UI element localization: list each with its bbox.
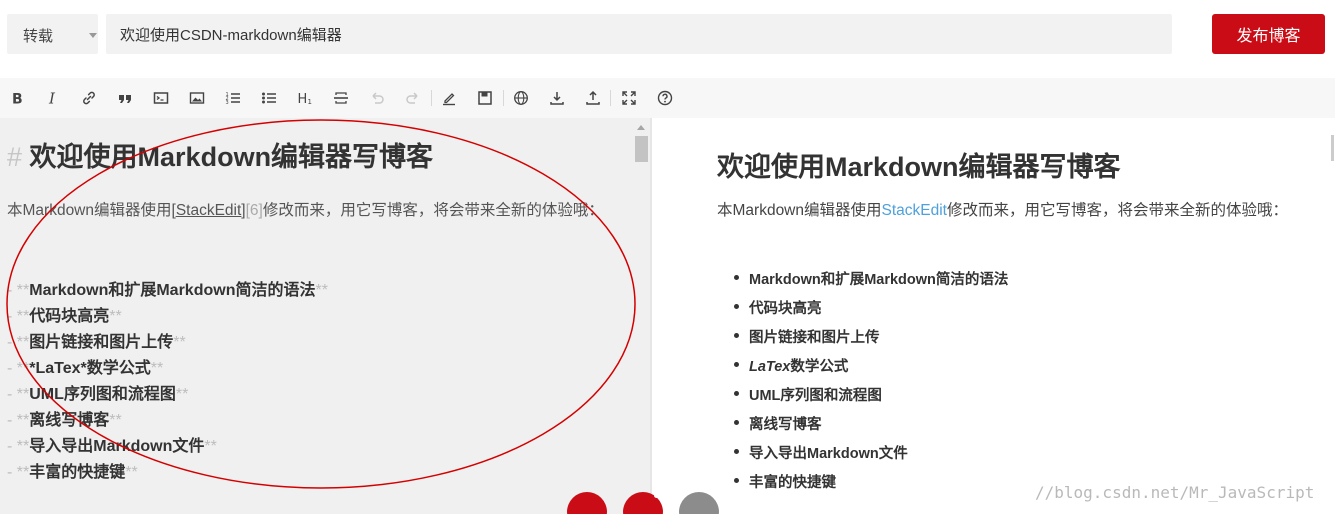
editor-link-text: StackEdit [175,202,242,219]
editor-heading-text: 欢迎使用Markdown编辑器写博客 [29,142,434,172]
upload-icon[interactable] [582,87,604,109]
preview-list-item: 导入导出Markdown文件 [734,442,908,463]
fab-dot [654,493,659,498]
toolbar-divider [610,90,611,106]
preview-paragraph: 本Markdown编辑器使用StackEdit修改而来，用它写博客，将会带来全新… [717,198,1307,224]
scroll-up-arrow-icon[interactable] [637,125,645,130]
editor-list-item: - **代码块高亮** [7,308,122,325]
editor-list-item: - **图片链接和图片上传** [7,334,186,351]
bold-icon[interactable]: B [6,87,28,109]
editor-paragraph: 本Markdown编辑器使用[StackEdit][6]修改而来，用它写博客，将… [7,198,607,224]
stackedit-link[interactable]: StackEdit [882,202,947,219]
link-icon[interactable] [78,87,100,109]
italic-icon[interactable]: I [42,87,64,109]
editor-scrollbar[interactable] [633,118,650,514]
preview-list-item: UML序列图和流程图 [734,384,882,405]
unordered-list-icon[interactable] [258,87,280,109]
watermark: //blog.csdn.net/Mr_JavaScript [1035,483,1315,502]
heading-mark: # [7,142,23,172]
editor-list-item: - **导入导出Markdown文件** [7,438,217,455]
editor-list-item: - **丰富的快捷键** [7,464,138,481]
toolbar-divider [503,90,504,106]
svg-text:1: 1 [308,98,312,106]
svg-text:I: I [48,90,56,106]
toolbar-divider [431,90,432,106]
editor-list-item: - ***LaTex*数学公式** [7,360,164,377]
link-reference: [6] [245,202,263,219]
chevron-down-icon [89,33,97,38]
preview-list-item: Markdown和扩展Markdown简洁的语法 [733,268,1008,289]
preview-heading: 欢迎使用Markdown编辑器写博客 [717,152,1121,182]
redo-icon[interactable] [402,87,424,109]
save-draft-icon[interactable] [474,87,496,109]
preview-list-item: LaTex数学公式 [733,355,849,376]
svg-text:B: B [12,92,23,107]
latex-item-text: 数学公式 [790,359,849,375]
title-input[interactable] [106,14,1172,54]
preview-para-end: 修改而来，用它写博客，将会带来全新的体验哦： [946,202,1288,219]
pen-icon[interactable] [438,87,460,109]
para-text-start: 本Markdown编辑器使用 [7,202,172,219]
preview-list-item: 离线写博客 [734,413,822,434]
preview-list-item: 丰富的快捷键 [734,471,836,492]
para-text-end: 修改而来，用它写博客，将会带来全新的体验哦： [262,202,604,219]
horizontal-rule-icon[interactable] [330,87,352,109]
undo-icon[interactable] [366,87,388,109]
top-bar: 转载 发布博客 [0,0,1335,76]
editor-toolbar: B I 123 H1 [0,78,1335,169]
publish-button[interactable]: 发布博客 [1212,14,1325,54]
preview-list-item: 图片链接和图片上传 [734,326,880,347]
article-type-select[interactable]: 转载 [7,14,98,54]
svg-text:H: H [298,92,308,106]
help-icon[interactable] [654,87,676,109]
editor-list-item: - **UML序列图和流程图** [7,386,189,403]
code-icon[interactable] [150,87,172,109]
heading-icon[interactable]: H1 [294,87,316,109]
svg-text:3: 3 [226,100,229,106]
editor-list-item: - **Markdown和扩展Markdown简洁的语法** [7,282,328,299]
editor-heading: # 欢迎使用Markdown编辑器写博客 [7,135,433,174]
editor-list-item: - **离线写博客** [7,412,122,429]
latex-word: LaTex [749,359,791,375]
editor-scroll-thumb[interactable] [635,136,648,162]
download-icon[interactable] [546,87,568,109]
fullscreen-icon[interactable] [618,87,640,109]
preview-para-start: 本Markdown编辑器使用 [717,202,882,219]
globe-icon[interactable] [510,87,532,109]
preview-scroll-thumb[interactable] [1331,135,1334,161]
quote-icon[interactable] [114,87,136,109]
ordered-list-icon[interactable]: 123 [222,87,244,109]
preview-list-item: 代码块高亮 [734,297,822,318]
article-type-value: 转载 [23,28,54,45]
image-icon[interactable] [186,87,208,109]
